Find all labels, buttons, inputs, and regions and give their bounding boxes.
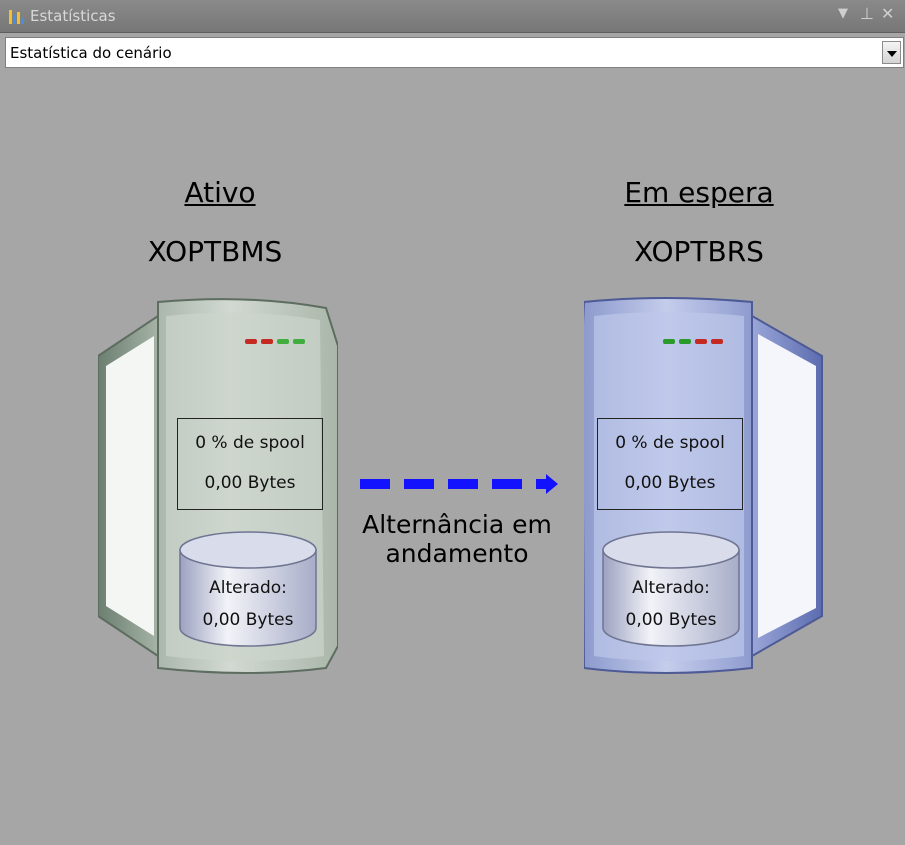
standby-spool-box: 0 % de spool 0,00 Bytes <box>597 418 743 510</box>
statistics-view-select[interactable]: Estatística do cenário <box>5 37 904 68</box>
replication-arrow <box>360 474 558 494</box>
active-changed-label: Alterado: <box>209 578 287 598</box>
chevron-down-icon[interactable]: ▼ <box>838 6 848 21</box>
standby-changed-label: Alterado: <box>632 578 710 598</box>
active-led-2 <box>261 339 273 344</box>
active-host-name: XOPTBMS <box>147 235 283 268</box>
standby-host-name: XOPTBRS <box>634 235 764 268</box>
standby-led-4 <box>711 339 723 344</box>
panel-title: Estatísticas <box>30 7 116 25</box>
standby-led-1 <box>663 339 675 344</box>
active-role-label: Ativo <box>184 176 256 209</box>
standby-role-label: Em espera <box>624 176 774 209</box>
standby-led-2 <box>679 339 691 344</box>
active-changed-disk: Alterado: 0,00 Bytes <box>178 530 318 650</box>
standby-status-leds <box>663 339 723 344</box>
statistics-chart-icon <box>8 8 25 24</box>
standby-spool-bytes: 0,00 Bytes <box>624 473 716 493</box>
standby-led-3 <box>695 339 707 344</box>
statistics-view-value: Estatística do cenário <box>10 44 172 62</box>
standby-spool-percent: 0 % de spool <box>615 433 725 453</box>
active-spool-percent: 0 % de spool <box>195 433 305 453</box>
active-status-leds <box>245 339 305 344</box>
chevron-down-icon[interactable] <box>882 41 901 64</box>
active-spool-bytes: 0,00 Bytes <box>204 473 296 493</box>
standby-changed-disk: Alterado: 0,00 Bytes <box>601 530 741 650</box>
standby-server: 0 % de spool 0,00 Bytes Alterado: 0,00 B… <box>584 296 824 676</box>
panel-title-bar: Estatísticas ▼ ⊥ ✕ <box>0 0 905 33</box>
active-changed-bytes: 0,00 Bytes <box>202 610 294 630</box>
active-led-3 <box>277 339 289 344</box>
active-server: 0 % de spool 0,00 Bytes Alterado: 0,00 B… <box>98 296 338 676</box>
active-led-4 <box>293 339 305 344</box>
active-spool-box: 0 % de spool 0,00 Bytes <box>177 418 323 510</box>
close-icon[interactable]: ✕ <box>881 4 894 23</box>
active-led-1 <box>245 339 257 344</box>
switchover-status: Alternância em andamento <box>362 510 552 568</box>
pin-icon[interactable]: ⊥ <box>860 4 874 23</box>
standby-changed-bytes: 0,00 Bytes <box>625 610 717 630</box>
